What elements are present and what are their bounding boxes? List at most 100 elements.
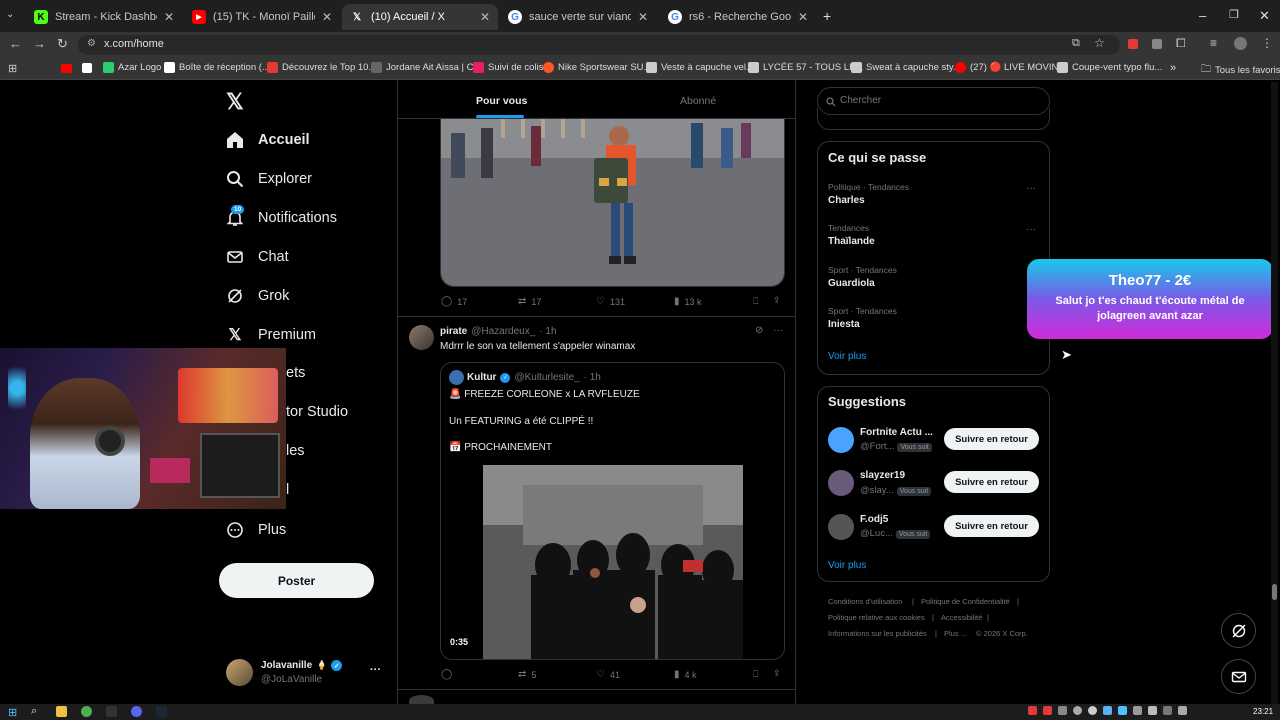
trend-item[interactable]: Charles — [828, 195, 865, 206]
windows-start-icon[interactable]: ⊞ — [8, 706, 17, 719]
footer-link[interactable]: Plus ... — [944, 629, 967, 638]
minimize-icon[interactable]: – — [1199, 8, 1206, 23]
messages-float-button[interactable] — [1221, 659, 1256, 694]
footer-link[interactable]: Politique de Confidentialité — [921, 597, 1010, 606]
retweet-button[interactable]: ⇄ 5 — [518, 669, 536, 680]
new-tab-icon[interactable]: + — [823, 8, 831, 24]
trend-item[interactable]: Guardiola — [828, 278, 875, 289]
trend-more-icon[interactable]: ··· — [1026, 224, 1036, 235]
media-icon[interactable]: ≡ — [1210, 36, 1217, 50]
nav-explore[interactable]: Explorer — [226, 170, 312, 188]
steam-icon[interactable] — [156, 706, 167, 717]
trend-item[interactable]: Thaïlande — [828, 236, 875, 247]
browser-tab-youtube[interactable]: ▶ (15) TK - Monoï Paillettes (Clip ✕ — [184, 4, 340, 30]
post-button[interactable]: Poster — [219, 563, 374, 598]
close-icon[interactable]: ✕ — [638, 10, 648, 24]
account-menu-icon[interactable]: ··· — [370, 664, 381, 676]
browser-tab-x[interactable]: 𝕏 (10) Accueil / X ✕ — [342, 4, 498, 30]
avatar[interactable] — [226, 659, 253, 686]
reply-button[interactable]: ◯ — [441, 669, 452, 680]
grok-float-button[interactable] — [1221, 613, 1256, 648]
avatar[interactable] — [828, 514, 854, 540]
tab-following[interactable]: Abonné — [680, 95, 716, 107]
suggestions-see-more[interactable]: Voir plus — [828, 560, 866, 571]
close-icon[interactable]: ✕ — [322, 10, 332, 24]
grok-icon[interactable]: ⊘ — [755, 325, 763, 336]
youtube-icon[interactable] — [61, 64, 72, 73]
follow-back-button[interactable]: Suivre en retour — [944, 471, 1039, 493]
url-text[interactable]: x.com/home — [104, 38, 164, 50]
share-icon[interactable]: ⇪ — [773, 295, 781, 306]
nav-more[interactable]: Plus — [226, 521, 286, 539]
scrollbar-thumb[interactable] — [1272, 584, 1277, 600]
discord-icon[interactable] — [131, 706, 142, 717]
avatar[interactable] — [828, 470, 854, 496]
more-bookmarks-icon[interactable]: » — [1170, 62, 1176, 74]
extension-icon[interactable] — [1128, 39, 1138, 49]
footer-link[interactable]: Conditions d'utilisation — [828, 597, 902, 606]
browser-tab-google-2[interactable]: G rs6 - Recherche Google ✕ — [660, 4, 816, 30]
bookmark-item[interactable]: Veste à capuche vel... — [646, 62, 754, 73]
extensions-puzzle-icon[interactable]: ⧠ — [1176, 36, 1186, 51]
star-icon[interactable]: ☆ — [1094, 36, 1105, 50]
bookmark-icon[interactable] — [82, 63, 92, 73]
tab-search-icon[interactable]: ⌄ — [6, 9, 14, 20]
bookmark-item[interactable]: (27) 🔴 LIVE MOVIN... — [955, 62, 1066, 73]
suggestion-name[interactable]: slayzer19 — [860, 470, 905, 481]
window-close-icon[interactable]: ✕ — [1259, 8, 1270, 24]
nav-premium[interactable]: 𝕏 Premium — [226, 326, 316, 344]
share-icon[interactable]: ⇪ — [773, 668, 781, 679]
bookmark-item[interactable]: Boîte de réception (... — [164, 62, 270, 73]
like-button[interactable]: ♡ 131 — [596, 296, 625, 307]
bookmark-item[interactable]: Sweat à capuche sty... — [851, 62, 961, 73]
like-button[interactable]: ♡ 41 — [596, 669, 620, 680]
site-info-icon[interactable]: ⚙ — [87, 38, 96, 49]
trends-see-more[interactable]: Voir plus — [828, 351, 866, 362]
avatar[interactable] — [409, 325, 434, 350]
install-icon[interactable]: ⧉ — [1072, 37, 1080, 50]
bookmark-item[interactable]: Nike Sportswear SU... — [543, 62, 651, 73]
browser-tab-kick[interactable]: K Stream - Kick Dashboard ✕ — [26, 4, 182, 30]
views-button[interactable]: ▮ 4 k — [674, 669, 697, 680]
suggestion-name[interactable]: F.odj5 — [860, 514, 888, 525]
extension-icon[interactable] — [1152, 39, 1162, 49]
bookmark-item[interactable]: Jordane Ait Aissa | C... — [371, 62, 481, 73]
forward-icon[interactable]: → — [33, 36, 46, 51]
taskbar-app-icon[interactable] — [106, 706, 117, 717]
views-button[interactable]: ▮ 13 k — [674, 296, 702, 307]
search-icon[interactable]: ⌕ — [31, 705, 37, 718]
profile-name-row[interactable]: Jolavanille 🍦 ✓ — [261, 660, 343, 671]
system-tray[interactable] — [1028, 706, 1218, 717]
file-explorer-icon[interactable] — [56, 706, 67, 717]
close-icon[interactable]: ✕ — [480, 10, 490, 24]
nav-grok[interactable]: Grok — [226, 287, 289, 305]
nav-creator-studio[interactable]: tor Studio — [286, 404, 348, 420]
nav-profile[interactable]: l — [286, 482, 289, 498]
bookmark-icon[interactable]: ⎕ — [753, 669, 758, 680]
close-icon[interactable]: ✕ — [798, 10, 808, 24]
restore-icon[interactable]: ❐ — [1229, 8, 1239, 21]
apps-icon[interactable]: ⊞ — [8, 62, 17, 75]
tab-for-you[interactable]: Pour vous — [476, 95, 527, 107]
retweet-button[interactable]: ⇄ 17 — [518, 296, 541, 307]
all-bookmarks[interactable]: 🗀 Tous les favoris — [1201, 62, 1280, 79]
bookmark-item[interactable]: Coupe-vent typo flu... — [1057, 62, 1162, 73]
chrome-icon[interactable] — [81, 706, 92, 717]
quote-video[interactable] — [483, 465, 743, 659]
close-icon[interactable]: ✕ — [164, 10, 174, 24]
menu-icon[interactable]: ⋮ — [1261, 36, 1273, 50]
nav-home[interactable]: Accueil — [226, 131, 310, 149]
back-icon[interactable]: ← — [9, 36, 22, 51]
profile-avatar[interactable] — [1234, 37, 1247, 50]
suggestion-name[interactable]: Fortnite Actu ... — [860, 427, 933, 438]
bookmark-item[interactable]: Découvrez le Top 10... — [267, 62, 376, 73]
tweet-more-icon[interactable]: ··· — [773, 325, 783, 336]
x-logo-icon[interactable]: 𝕏 — [226, 89, 244, 115]
avatar[interactable] — [828, 427, 854, 453]
bookmark-item[interactable]: Azar Logo — [103, 62, 161, 73]
tweet-image[interactable] — [440, 117, 785, 287]
nav-bookmarks[interactable]: ets — [286, 365, 305, 381]
nav-notifications[interactable]: 10 Notifications — [226, 205, 337, 227]
footer-link[interactable]: Politique relative aux cookies — [828, 613, 925, 622]
bookmark-icon[interactable]: ⎕ — [753, 296, 758, 307]
